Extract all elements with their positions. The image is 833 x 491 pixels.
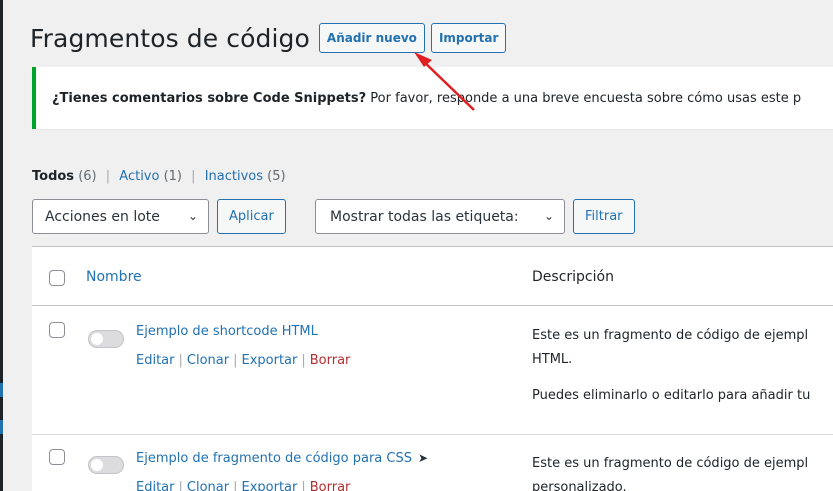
row-checkbox[interactable] — [49, 449, 65, 465]
admin-menu-highlight — [0, 420, 3, 434]
chevron-down-icon: ⌄ — [543, 209, 554, 223]
survey-notice: ¿Tienes comentarios sobre Code Snippets?… — [32, 67, 833, 129]
chevron-down-icon: ⌄ — [187, 209, 198, 223]
status-views: Todos (6) | Activo (1) | Inactivos (5) — [32, 169, 286, 184]
snippet-description: personalizado. — [532, 480, 627, 491]
import-button[interactable]: Importar — [430, 23, 507, 53]
select-all-checkbox[interactable] — [49, 270, 65, 286]
view-active[interactable]: Activo — [119, 169, 159, 184]
edit-link[interactable]: Editar — [136, 353, 175, 368]
view-all-count: (6) — [78, 169, 97, 184]
activation-toggle[interactable] — [88, 456, 124, 474]
header-divider — [32, 305, 833, 306]
snippet-description: HTML. — [532, 352, 573, 367]
row-checkbox[interactable] — [49, 322, 65, 338]
activation-toggle[interactable] — [88, 330, 124, 348]
tags-filter-value: Mostrar todas las etiqueta: — [330, 209, 519, 225]
arrow-head — [414, 52, 432, 67]
view-active-count: (1) — [163, 169, 183, 184]
admin-menu-edge — [0, 0, 3, 491]
row-divider — [32, 434, 833, 435]
view-separator: | — [105, 169, 111, 184]
notice-message: Por favor, responde a una breve encuesta… — [366, 91, 802, 106]
snippet-description: Puedes eliminarlo o editarlo para añadir… — [532, 388, 811, 403]
bulk-actions-value: Acciones en lote — [45, 209, 160, 225]
admin-menu-highlight — [0, 383, 3, 397]
clone-link[interactable]: Clonar — [187, 480, 229, 491]
page-title: Fragmentos de código — [30, 23, 310, 53]
snippet-description: Este es un fragmento de código de ejempl — [532, 456, 809, 471]
edit-link[interactable]: Editar — [136, 480, 175, 491]
notice-bold: ¿Tienes comentarios sobre Code Snippets? — [52, 91, 367, 106]
clone-link[interactable]: Clonar — [187, 353, 229, 368]
bulk-actions-select[interactable]: Acciones en lote ⌄ — [32, 199, 209, 234]
page-header: Fragmentos de código Añadir nuevo Import… — [30, 23, 507, 53]
export-link[interactable]: Exportar — [241, 480, 297, 491]
row-actions: Editar | Clonar | Exportar | Borrar — [136, 353, 351, 368]
snippets-table: Nombre Descripción Ejemplo de shortcode … — [32, 246, 833, 491]
export-link[interactable]: Exportar — [241, 353, 297, 368]
snippet-title[interactable]: Ejemplo de fragmento de código para CSS — [136, 451, 412, 466]
column-name-header[interactable]: Nombre — [86, 269, 142, 285]
view-inactive-count: (5) — [267, 169, 286, 184]
row-actions: Editar | Clonar | Exportar | Borrar — [136, 480, 350, 491]
notice-text: ¿Tienes comentarios sobre Code Snippets?… — [52, 91, 801, 106]
apply-button[interactable]: Aplicar — [217, 199, 286, 234]
pin-icon: ➤ — [417, 451, 429, 465]
delete-link[interactable]: Borrar — [310, 353, 351, 368]
snippet-description: Este es un fragmento de código de ejempl — [532, 328, 809, 343]
view-all[interactable]: Todos — [32, 169, 74, 184]
delete-link[interactable]: Borrar — [310, 480, 351, 491]
tags-filter-select[interactable]: Mostrar todas las etiqueta: ⌄ — [315, 199, 565, 234]
column-description-header: Descripción — [532, 269, 614, 285]
view-inactive[interactable]: Inactivos — [205, 169, 263, 184]
view-separator: | — [191, 169, 196, 184]
snippet-title[interactable]: Ejemplo de shortcode HTML — [136, 324, 318, 339]
add-new-button[interactable]: Añadir nuevo — [318, 23, 425, 53]
filter-button[interactable]: Filtrar — [573, 199, 635, 234]
snippet-title-wrap: Ejemplo de fragmento de código para CSS ➤ — [136, 451, 428, 466]
